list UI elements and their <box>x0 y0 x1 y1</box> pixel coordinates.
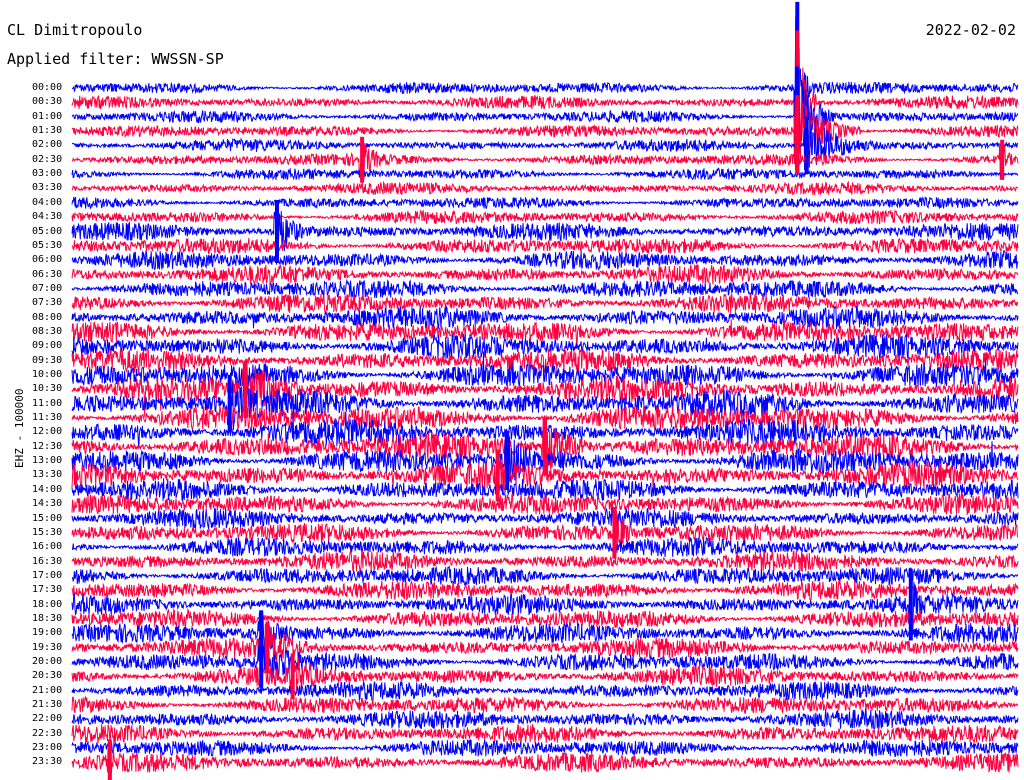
event-spike <box>243 360 248 418</box>
event-spike <box>505 432 510 490</box>
trace-row <box>71 695 1019 715</box>
event-spike <box>908 568 913 641</box>
trace-row <box>71 167 1019 181</box>
event-spike <box>259 636 264 688</box>
trace-row <box>71 724 1019 745</box>
trace-row <box>71 293 1019 316</box>
trace-row <box>71 565 1019 587</box>
trace-row <box>71 278 1019 299</box>
trace-row <box>71 549 1019 573</box>
trace-row <box>71 263 1019 286</box>
event-spike <box>227 375 232 433</box>
trace-row <box>71 305 1019 329</box>
trace-row <box>71 98 1019 165</box>
event-spike <box>495 449 500 502</box>
event-spike <box>543 418 547 476</box>
trace-row <box>71 180 1019 196</box>
event-spike <box>795 95 800 167</box>
trace-row <box>71 607 1019 629</box>
event-spike <box>275 199 279 263</box>
event-spike <box>360 136 365 183</box>
event-spike <box>107 739 112 780</box>
trace-row <box>71 249 1019 272</box>
event-spike <box>612 507 617 559</box>
event-spike <box>1000 139 1005 180</box>
trace-row <box>71 209 1019 225</box>
trace-row <box>71 536 1019 558</box>
event-spike <box>804 116 809 175</box>
trace-row <box>71 681 1019 702</box>
trace-row <box>71 195 1019 210</box>
trace-row <box>71 506 1019 530</box>
helicorder-plot <box>71 1 1019 780</box>
trace-row <box>71 332 1019 362</box>
trace-row <box>71 237 1019 255</box>
trace-row <box>71 707 1019 731</box>
trace-row <box>71 738 1019 758</box>
event-spike <box>290 653 295 700</box>
event-spike <box>265 621 270 674</box>
